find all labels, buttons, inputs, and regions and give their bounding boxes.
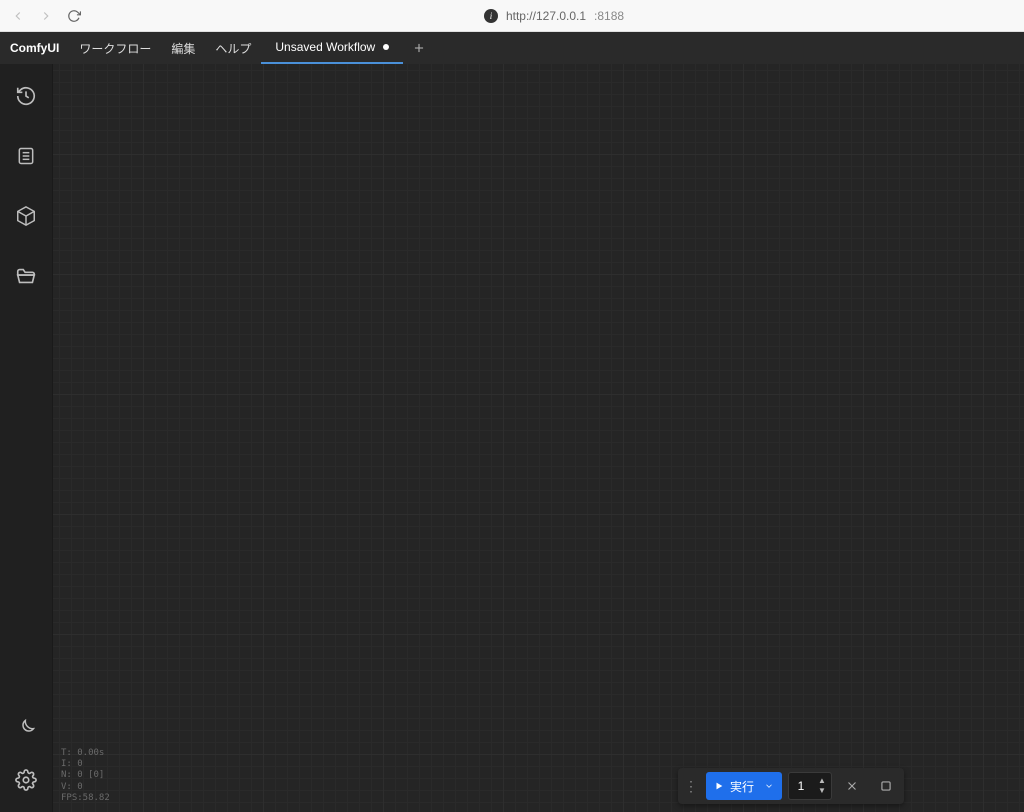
- reload-button[interactable]: [64, 6, 84, 26]
- address-bar[interactable]: i http://127.0.0.1 :8188: [92, 7, 1016, 25]
- brand-label[interactable]: ComfyUI: [0, 32, 69, 64]
- batch-count-stepper: ▲ ▼: [813, 776, 831, 796]
- canvas-area[interactable]: T: 0.00s I: 0 N: 0 [0] V: 0 FPS:58.82 ⋮ …: [52, 64, 1024, 812]
- graph-canvas[interactable]: [53, 64, 1024, 812]
- theme-toggle-button[interactable]: [12, 714, 40, 742]
- drag-handle-icon[interactable]: ⋮: [682, 779, 700, 793]
- settings-button[interactable]: [12, 766, 40, 794]
- menu-workflow[interactable]: ワークフロー: [69, 32, 161, 64]
- cancel-button[interactable]: [838, 772, 866, 800]
- back-button[interactable]: [8, 6, 28, 26]
- play-icon: [714, 781, 724, 791]
- menu-edit[interactable]: 編集: [161, 32, 205, 64]
- run-label: 実行: [730, 778, 754, 795]
- debug-i: I: 0: [61, 759, 110, 770]
- url-port: :8188: [594, 9, 624, 23]
- queue-button[interactable]: [12, 142, 40, 170]
- left-rail: [0, 64, 52, 812]
- step-up-icon[interactable]: ▲: [817, 776, 827, 786]
- debug-stats: T: 0.00s I: 0 N: 0 [0] V: 0 FPS:58.82: [61, 748, 110, 804]
- stop-button[interactable]: [872, 772, 900, 800]
- main-area: T: 0.00s I: 0 N: 0 [0] V: 0 FPS:58.82 ⋮ …: [0, 64, 1024, 812]
- nodes-button[interactable]: [12, 202, 40, 230]
- step-down-icon[interactable]: ▼: [817, 786, 827, 796]
- history-button[interactable]: [12, 82, 40, 110]
- site-info-icon[interactable]: i: [484, 9, 498, 23]
- debug-time: T: 0.00s: [61, 748, 110, 759]
- folder-button[interactable]: [12, 262, 40, 290]
- execution-toolbar: ⋮ 実行 1 ▲ ▼: [678, 768, 904, 804]
- menu-help[interactable]: ヘルプ: [205, 32, 261, 64]
- unsaved-indicator-icon: [383, 44, 389, 50]
- workflow-tab-title: Unsaved Workflow: [275, 40, 375, 54]
- menubar: ComfyUI ワークフロー 編集 ヘルプ Unsaved Workflow: [0, 32, 1024, 64]
- url-host: http://127.0.0.1: [506, 9, 586, 23]
- debug-v: V: 0: [61, 782, 110, 793]
- add-tab-button[interactable]: [403, 32, 435, 64]
- workflow-tab[interactable]: Unsaved Workflow: [261, 32, 403, 64]
- debug-fps: FPS:58.82: [61, 793, 110, 804]
- batch-count: 1 ▲ ▼: [788, 772, 832, 800]
- batch-count-value[interactable]: 1: [789, 779, 813, 793]
- forward-button[interactable]: [36, 6, 56, 26]
- chevron-down-icon[interactable]: [764, 781, 774, 791]
- run-button[interactable]: 実行: [706, 772, 782, 800]
- app-shell: ComfyUI ワークフロー 編集 ヘルプ Unsaved Workflow: [0, 32, 1024, 812]
- debug-n: N: 0 [0]: [61, 770, 110, 781]
- browser-chrome: i http://127.0.0.1 :8188: [0, 0, 1024, 32]
